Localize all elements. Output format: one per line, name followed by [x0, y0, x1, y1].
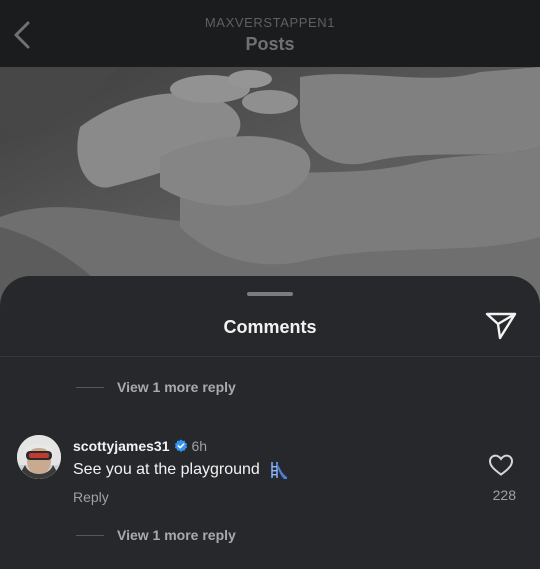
comment-text: See you at the playground [73, 461, 260, 478]
post-image [0, 67, 540, 307]
comment-header: scottyjames31 6h [73, 436, 207, 456]
like-count: 228 [492, 487, 516, 503]
avatar[interactable] [17, 435, 61, 479]
user-avatar-image [17, 435, 61, 479]
playground-slide-icon [270, 462, 287, 479]
clipped-comment-text [122, 346, 162, 356]
like-button[interactable] [488, 453, 514, 477]
share-button[interactable] [484, 309, 518, 343]
heart-outline-icon [488, 454, 514, 476]
post-photo[interactable] [0, 67, 540, 307]
sheet-drag-handle[interactable] [247, 292, 293, 296]
account-name[interactable]: MAXVERSTAPPEN1 [0, 15, 540, 30]
paper-plane-icon [485, 312, 517, 340]
view-more-replies-button[interactable]: View 1 more reply [76, 377, 236, 397]
comment-body: See you at the playground [73, 460, 288, 480]
comments-title: Comments [223, 317, 317, 337]
view-more-replies-label: View 1 more reply [117, 379, 236, 395]
comments-sheet: Comments View 1 more reply scottyjames31… [0, 276, 540, 569]
view-more-replies-button[interactable]: View 1 more reply [76, 525, 236, 545]
comment-username[interactable]: scottyjames31 [73, 438, 170, 454]
comment-timestamp: 6h [191, 438, 208, 454]
sheet-divider [0, 356, 540, 357]
reply-thread-line [76, 386, 104, 388]
page-title: Posts [245, 34, 295, 54]
reply-thread-line [76, 534, 104, 536]
view-more-replies-label: View 1 more reply [117, 527, 236, 543]
top-header: MAXVERSTAPPEN1 Posts [0, 0, 540, 67]
reply-button[interactable]: Reply [73, 489, 109, 505]
verified-badge-icon [174, 439, 187, 452]
